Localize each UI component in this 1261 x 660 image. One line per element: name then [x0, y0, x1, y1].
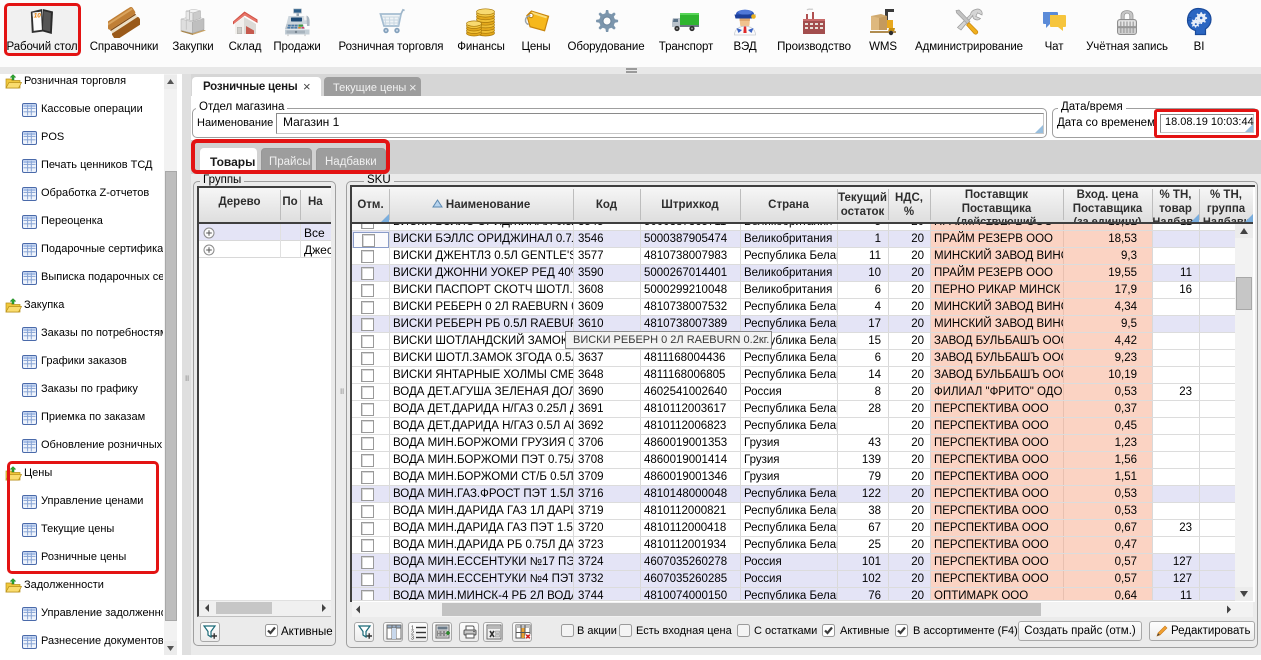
svg-text:3: 3 [411, 636, 414, 641]
